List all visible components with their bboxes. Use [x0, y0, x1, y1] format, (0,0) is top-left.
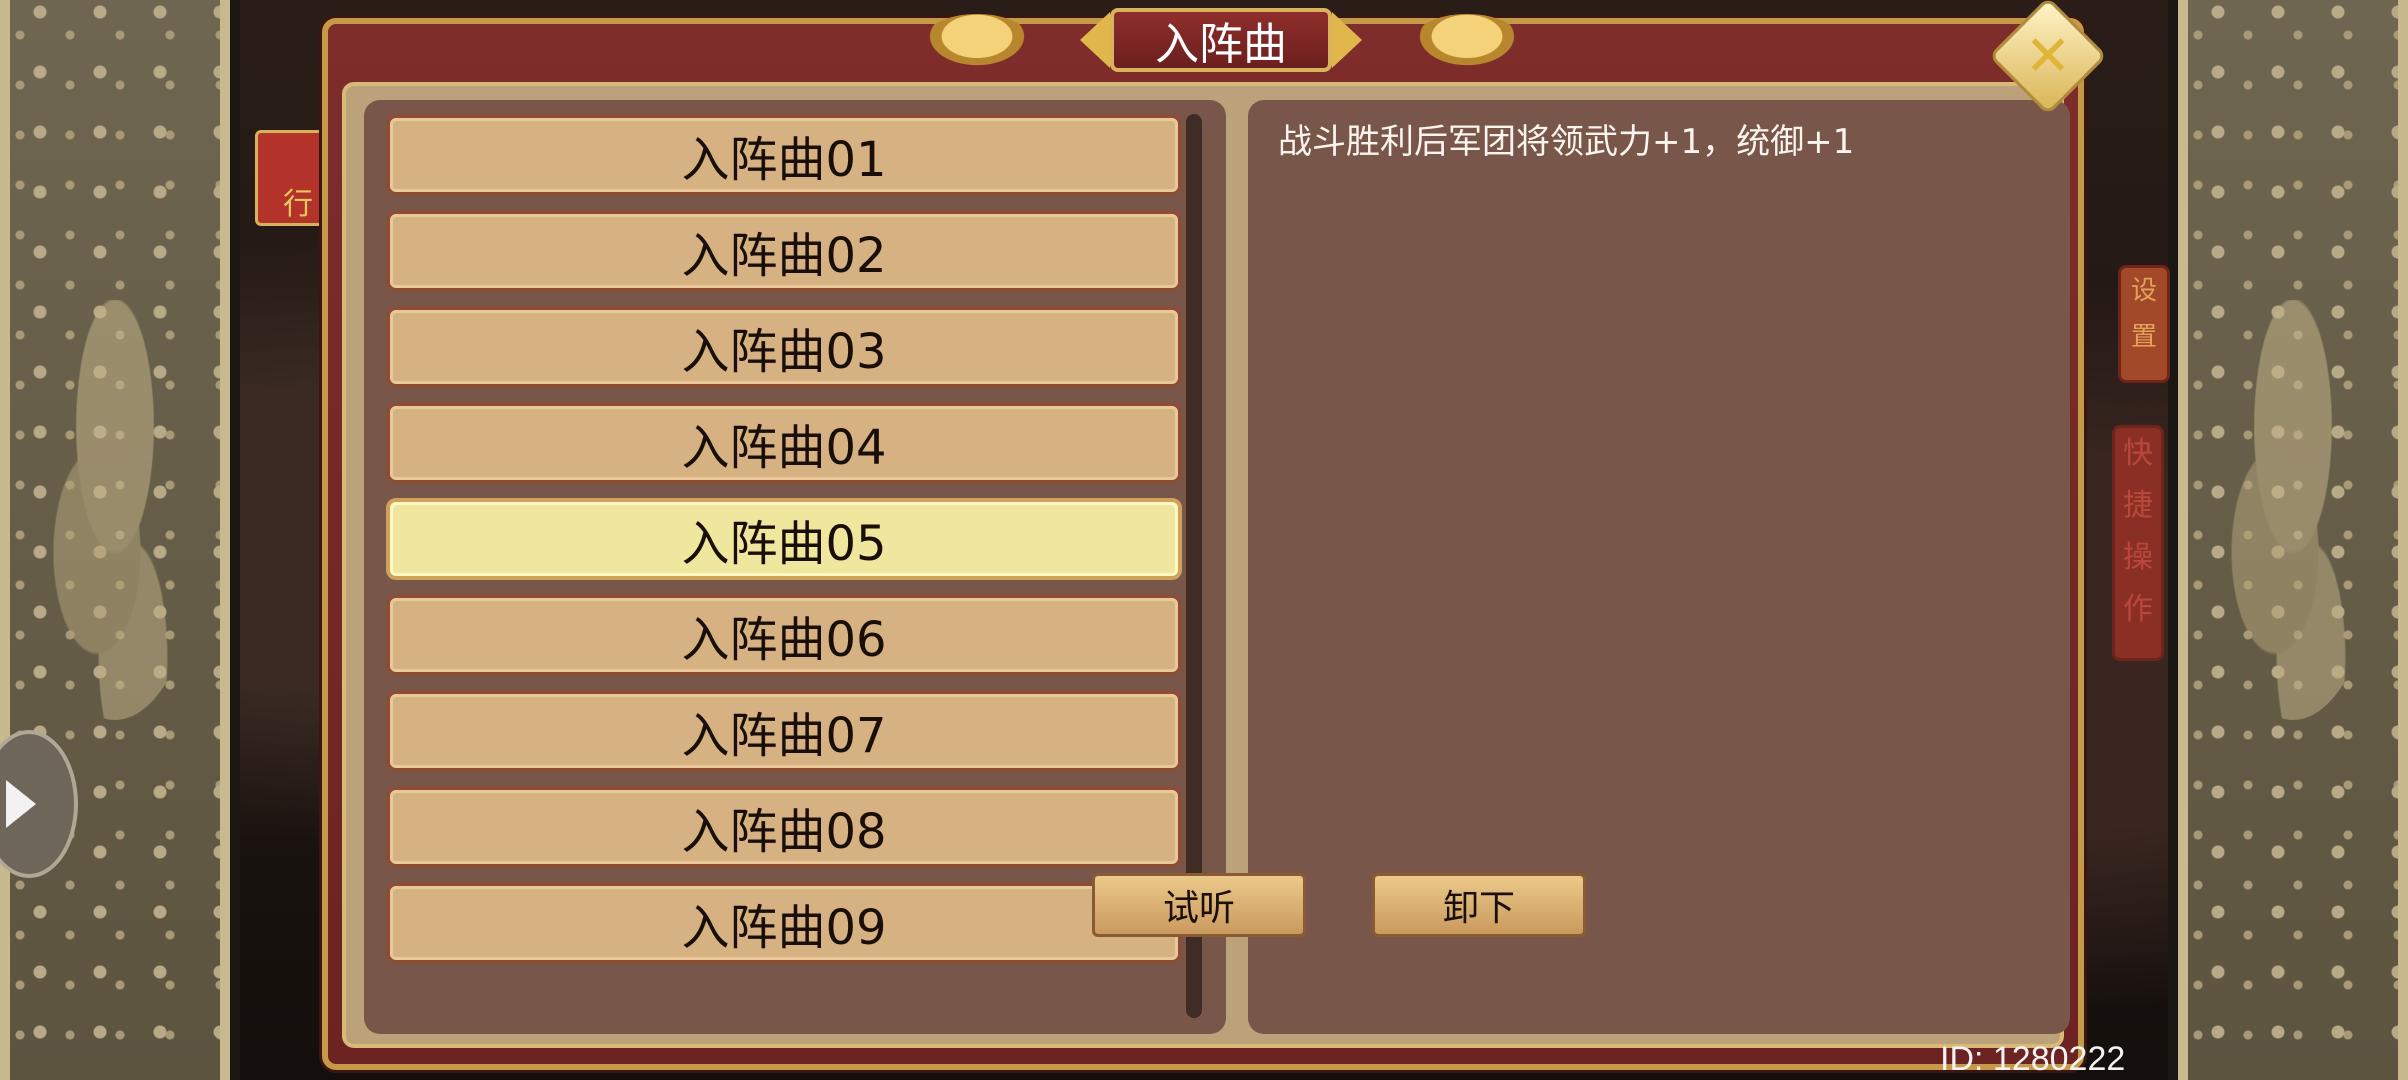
- song-item[interactable]: 入阵曲06: [386, 594, 1182, 676]
- song-item[interactable]: 入阵曲09: [386, 882, 1182, 964]
- song-item[interactable]: 入阵曲05: [386, 498, 1182, 580]
- dragon-ornament: [2203, 300, 2383, 720]
- title-chevron-left-icon: [1080, 12, 1110, 68]
- background-right-panel: [2178, 0, 2408, 1080]
- quick-action-tab[interactable]: 快捷操作: [2112, 425, 2164, 661]
- dialog-title: 入阵曲: [1110, 8, 1332, 72]
- player-id: ID: 1280222: [1940, 1040, 2126, 1078]
- song-description: 战斗胜利后军团将领武力+1，统御+1: [1278, 122, 1855, 162]
- listen-button[interactable]: 试听: [1092, 873, 1306, 937]
- title-ornament-right: [1412, 14, 1522, 70]
- title-chevron-right-icon: [1332, 12, 1362, 68]
- title-ornament-left: [922, 14, 1032, 70]
- dragon-ornament: [25, 300, 205, 720]
- song-item[interactable]: 入阵曲01: [386, 114, 1182, 196]
- song-item[interactable]: 入阵曲03: [386, 306, 1182, 388]
- song-item[interactable]: 入阵曲07: [386, 690, 1182, 772]
- close-icon: ✕: [2024, 23, 2072, 89]
- song-item[interactable]: 入阵曲04: [386, 402, 1182, 484]
- song-item[interactable]: 入阵曲08: [386, 786, 1182, 868]
- settings-tab[interactable]: 设置: [2118, 265, 2170, 383]
- song-item[interactable]: 入阵曲02: [386, 210, 1182, 292]
- unload-button[interactable]: 卸下: [1372, 873, 1586, 937]
- arrow-right-icon: [6, 780, 36, 828]
- background-left-panel: [0, 0, 230, 1080]
